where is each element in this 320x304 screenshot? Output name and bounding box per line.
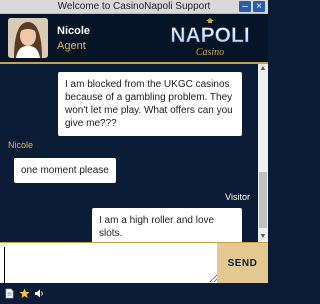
document-icon[interactable] (4, 286, 15, 299)
message-text: I am a high roller and love slots. (99, 215, 215, 239)
window-title: Welcome to CasinoNapoli Support (57, 1, 211, 12)
chat-transcript[interactable]: I am blocked from the UKGC casinos becau… (0, 64, 258, 246)
message-text: one moment please (21, 165, 109, 176)
message-bubble: I am a high roller and love slots. (92, 208, 242, 246)
volume-icon[interactable] (34, 286, 45, 298)
message-sender: Nicole (8, 140, 34, 150)
message-bubble: one moment please (14, 158, 116, 183)
logo-text: NAPOLI (170, 24, 249, 47)
close-button[interactable]: × (253, 1, 265, 12)
message-input[interactable] (4, 247, 218, 283)
scroll-down-icon[interactable]: ▼ (258, 232, 268, 242)
minimize-button[interactable]: – (239, 1, 251, 12)
send-button[interactable]: SEND (217, 243, 268, 283)
message-bubble: I am blocked from the UKGC casinos becau… (58, 72, 242, 136)
star-icon[interactable] (19, 286, 30, 298)
chat-scrollbar[interactable]: ▲ ▼ (258, 64, 268, 242)
chat-header: Nicole Agent NAPOLI Casino (0, 14, 268, 64)
window-titlebar: Welcome to CasinoNapoli Support – × (0, 0, 268, 14)
agent-role: Agent (57, 40, 86, 52)
composer: SEND (0, 242, 268, 283)
agent-avatar (8, 18, 48, 58)
scroll-up-icon[interactable]: ▲ (258, 64, 268, 74)
agent-name: Nicole (57, 25, 91, 37)
scroll-thumb[interactable] (259, 172, 267, 228)
casino-logo: NAPOLI Casino (158, 17, 262, 59)
logo-subtext: Casino (196, 47, 224, 58)
chat-footer (0, 283, 272, 300)
message-text: I am blocked from the UKGC casinos becau… (65, 79, 233, 129)
message-sender: Visitor (225, 192, 250, 202)
